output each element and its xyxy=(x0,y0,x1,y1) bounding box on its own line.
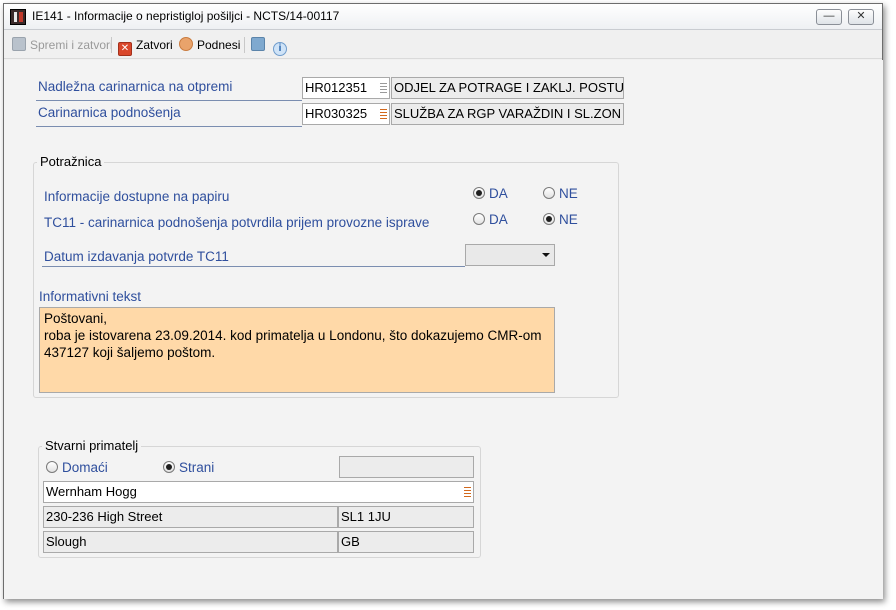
save-icon xyxy=(12,37,26,51)
app-icon xyxy=(10,9,26,25)
window-title: IE141 - Informacije o nepristigloj pošil… xyxy=(32,9,340,23)
consignee-id-field xyxy=(339,456,474,478)
print-icon xyxy=(251,37,265,51)
consignee-group-title: Stvarni primatelj xyxy=(42,438,142,453)
lookup-grip-icon[interactable] xyxy=(380,83,387,94)
radio-tc11-no[interactable] xyxy=(543,213,555,225)
consignee-domestic-option[interactable]: Domaći xyxy=(46,460,108,475)
info-icon: i xyxy=(273,42,287,56)
minimize-button[interactable]: — xyxy=(816,9,842,25)
consignee-foreign-option[interactable]: Strani xyxy=(163,460,214,475)
consignee-postcode: SL1 1JU xyxy=(341,509,391,524)
radio-domestic[interactable] xyxy=(46,461,58,473)
title-bar: IE141 - Informacije o nepristigloj pošil… xyxy=(4,4,882,30)
toolbar: Spremi i zatvori ✕ Zatvori Podnesi i xyxy=(4,31,882,59)
submission-office-name-field: SLUŽBA ZA RGP VARAŽDIN I SL.ZON xyxy=(391,103,624,125)
tc11-no-option[interactable]: NE xyxy=(543,212,578,227)
submit-icon xyxy=(179,37,193,51)
paper-info-no-label: NE xyxy=(559,186,578,201)
print-button[interactable] xyxy=(251,37,269,53)
dispatch-office-name-field: ODJEL ZA POTRAGE I ZAKLJ. POSTU xyxy=(391,77,624,99)
save-close-button[interactable]: Spremi i zatvori xyxy=(12,37,113,53)
submission-office-code-field[interactable]: HR030325 xyxy=(302,103,390,125)
radio-foreign[interactable] xyxy=(163,461,175,473)
tc11-date-dropdown[interactable] xyxy=(465,244,555,266)
consignee-name: Wernham Hogg xyxy=(46,484,137,499)
close-window-button[interactable]: ✕ xyxy=(848,9,874,25)
claim-group-title: Potražnica xyxy=(37,154,105,169)
close-label: Zatvori xyxy=(136,38,173,52)
foreign-label: Strani xyxy=(179,460,215,475)
consignee-name-field[interactable]: Wernham Hogg xyxy=(43,481,474,503)
chevron-down-icon[interactable] xyxy=(542,253,550,257)
radio-tc11-yes[interactable] xyxy=(473,213,485,225)
consignee-city-field: Slough xyxy=(43,531,338,553)
paper-info-label: Informacije dostupne na papiru xyxy=(44,189,230,204)
tc11-date-label: Datum izdavanja potvrde TC11 xyxy=(44,249,229,264)
dispatch-office-code-field[interactable]: HR012351 xyxy=(302,77,390,99)
consignee-postcode-field: SL1 1JU xyxy=(338,506,474,528)
tc11-confirmation-label: TC11 - carinarnica podnošenja potvrdila … xyxy=(44,215,430,230)
dispatch-office-code: HR012351 xyxy=(305,80,368,95)
lookup-grip-icon[interactable] xyxy=(380,109,387,120)
tc11-yes-label: DA xyxy=(489,212,508,227)
tc11-date-underline xyxy=(42,266,465,267)
consignee-country: GB xyxy=(341,534,360,549)
submission-office-label: Carinarnica podnošenja xyxy=(38,105,181,120)
submission-office-code: HR030325 xyxy=(305,106,368,121)
submit-label: Podnesi xyxy=(197,38,241,52)
domestic-label: Domaći xyxy=(62,460,108,475)
consignee-street: 230-236 High Street xyxy=(46,509,163,524)
consignee-street-field: 230-236 High Street xyxy=(43,506,338,528)
lookup-grip-icon[interactable] xyxy=(464,487,471,498)
submission-office-name: SLUŽBA ZA RGP VARAŽDIN I SL.ZON xyxy=(394,106,622,121)
paper-info-yes-label: DA xyxy=(489,186,508,201)
paper-info-yes-option[interactable]: DA xyxy=(473,186,508,201)
consignee-country-field: GB xyxy=(338,531,474,553)
info-button[interactable]: i xyxy=(273,37,291,56)
consignee-city: Slough xyxy=(46,534,87,549)
paper-info-no-option[interactable]: NE xyxy=(543,186,578,201)
radio-paper-info-no[interactable] xyxy=(543,187,555,199)
tc11-no-label: NE xyxy=(559,212,578,227)
close-button[interactable]: ✕ Zatvori xyxy=(118,37,173,56)
toolbar-separator xyxy=(111,37,112,53)
submit-button[interactable]: Podnesi xyxy=(179,37,240,53)
toolbar-separator xyxy=(244,37,245,53)
tc11-yes-option[interactable]: DA xyxy=(473,212,508,227)
save-close-label: Spremi i zatvori xyxy=(30,38,113,52)
info-text-label: Informativni tekst xyxy=(39,289,142,304)
radio-paper-info-yes[interactable] xyxy=(473,187,485,199)
dispatch-office-underline xyxy=(36,100,302,101)
dispatch-office-name: ODJEL ZA POTRAGE I ZAKLJ. POSTU xyxy=(394,80,624,95)
submission-office-underline xyxy=(36,126,302,127)
info-text-area[interactable]: Poštovani, roba je istovarena 23.09.2014… xyxy=(39,307,555,393)
close-icon: ✕ xyxy=(118,42,132,56)
dispatch-office-label: Nadležna carinarnica na otpremi xyxy=(38,79,233,94)
